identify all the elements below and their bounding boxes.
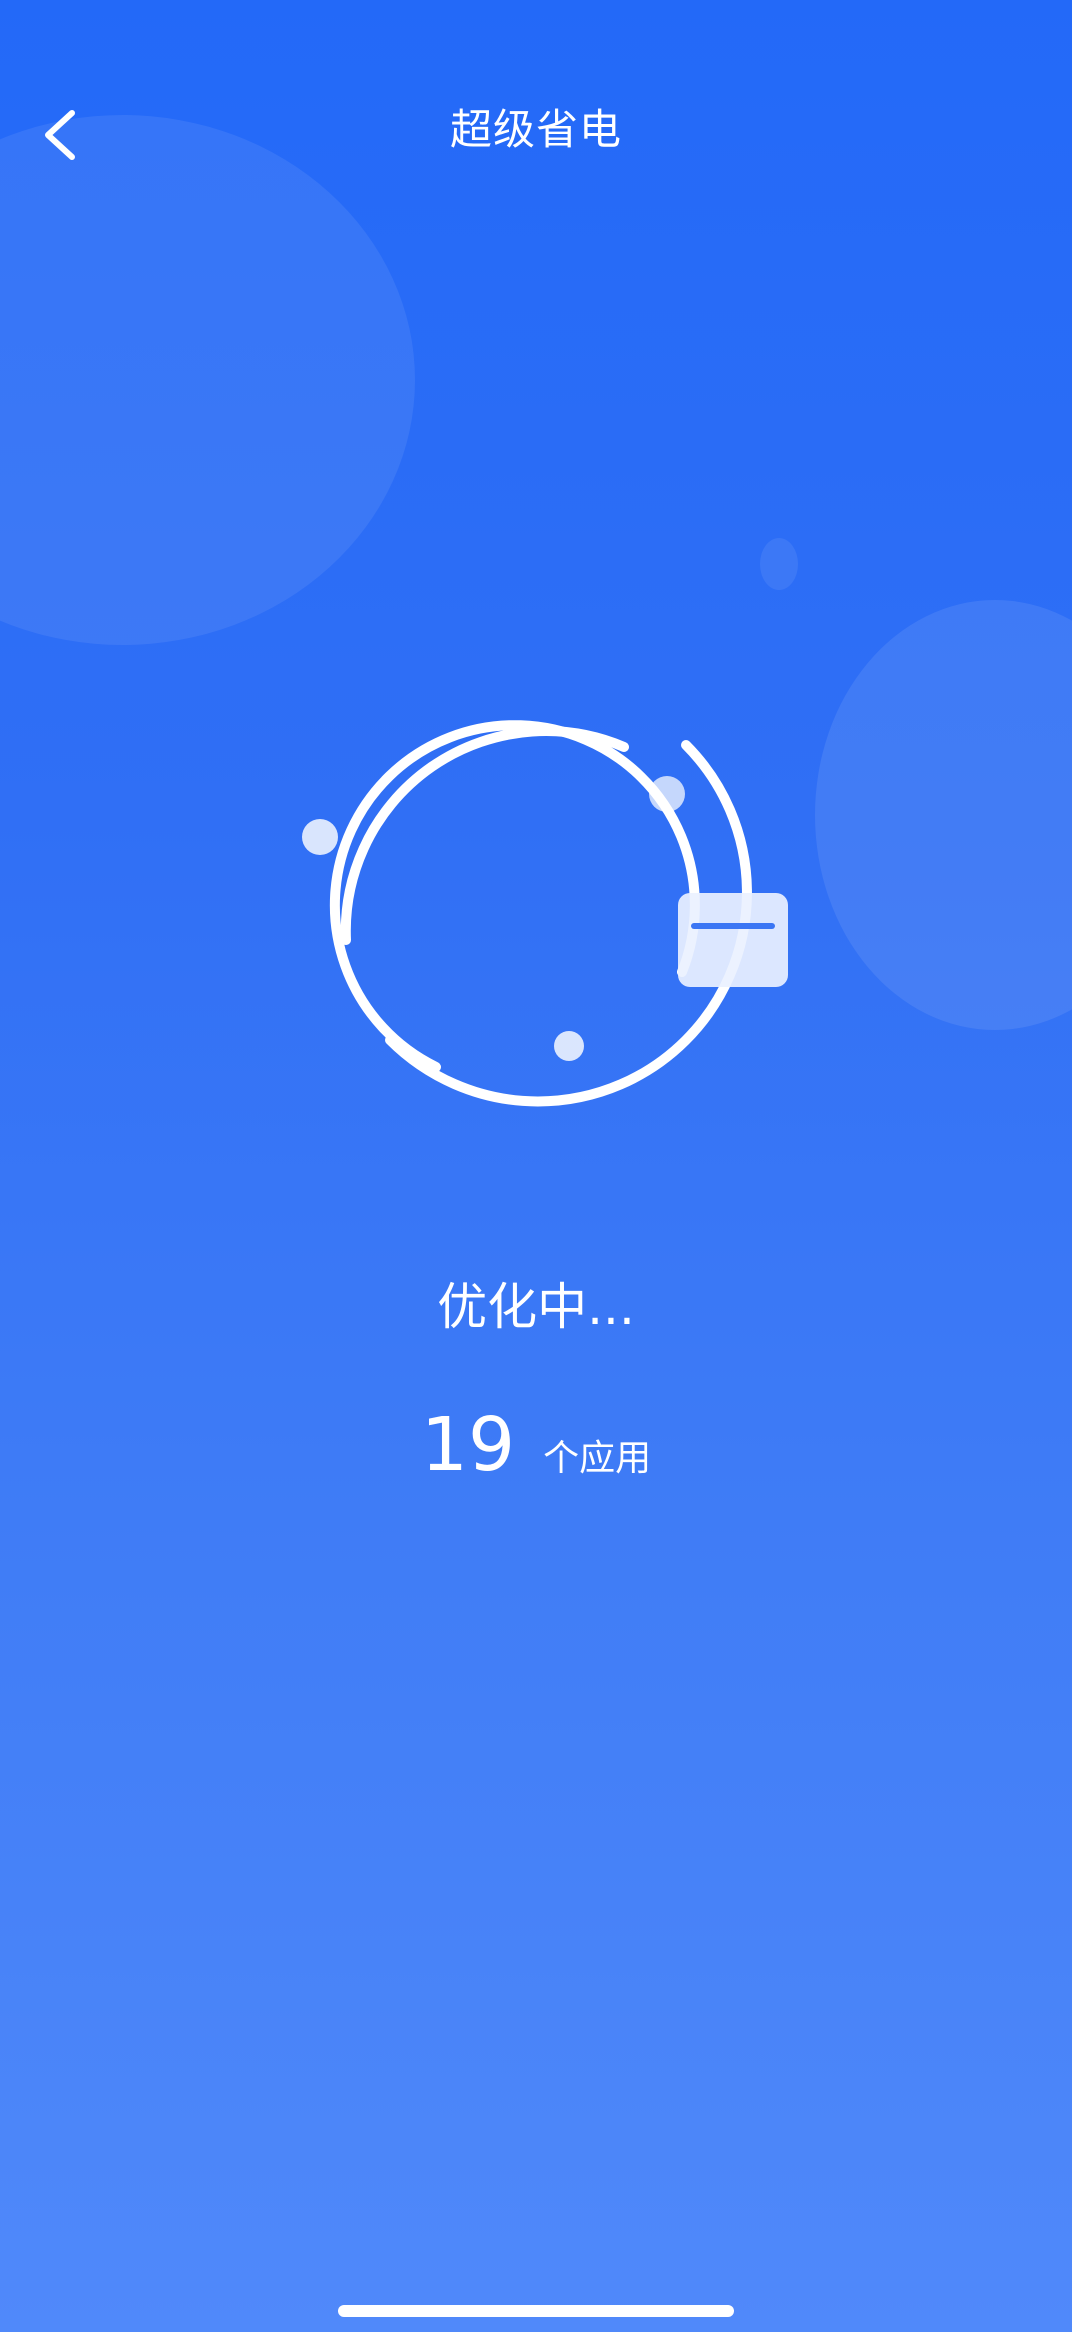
app-count: 19: [420, 1402, 516, 1488]
scan-ring-icon: [302, 720, 788, 1107]
app-tile-icon: [678, 893, 788, 987]
app-count-summary: 19 个应用: [0, 1400, 1072, 1490]
decorative-bubble: [815, 600, 1072, 1030]
app-count-unit: 个应用: [543, 1438, 652, 1479]
optimization-animation: [286, 720, 806, 1190]
navigation-bar: 超级省电: [0, 82, 1072, 192]
super-power-saving-screen: 超级省电 优化中... 19 个应用: [0, 0, 1072, 2332]
home-indicator[interactable]: [338, 2305, 734, 2317]
decorative-bubble: [0, 115, 415, 645]
page-title: 超级省电: [449, 105, 622, 154]
decorative-bubble: [760, 538, 798, 590]
optimization-status: 优化中...: [437, 1278, 635, 1336]
